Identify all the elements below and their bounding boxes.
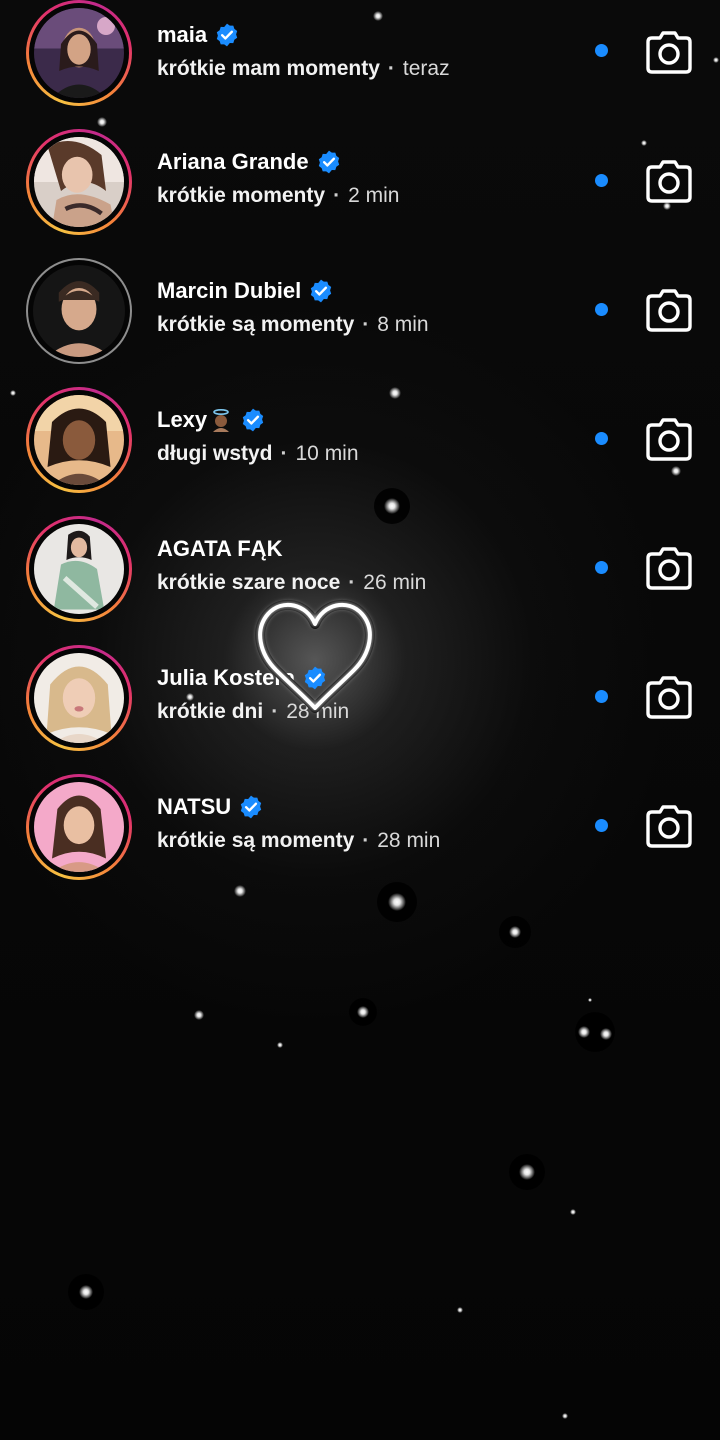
message-preview: krótkie mam momenty [157, 57, 380, 80]
verified-badge-icon [242, 408, 264, 432]
message-preview: krótkie momenty [157, 184, 326, 207]
angel-emoji-icon [213, 408, 230, 432]
avatar [34, 782, 124, 872]
camera-icon[interactable] [646, 417, 692, 461]
contact-name: AGATA FĄK [157, 536, 283, 561]
message-preview: krótkie szare noce [157, 571, 341, 594]
avatar-photo-lexy [34, 395, 124, 485]
message-preview: krótkie są momenty [157, 313, 355, 336]
verified-badge-icon [216, 23, 238, 47]
avatar [34, 8, 124, 98]
unread-dot [595, 690, 608, 703]
unread-dot [595, 432, 608, 445]
contact-name: Marcin Dubiel [157, 278, 302, 303]
message-preview: krótkie są momenty [157, 829, 355, 852]
separator: · [348, 571, 356, 594]
camera-icon[interactable] [646, 804, 692, 848]
story-ring[interactable] [26, 387, 132, 493]
avatar [33, 265, 125, 357]
chat-row[interactable]: NATSU krótkie są momenty · 28 min [0, 774, 720, 894]
chat-row[interactable]: Marcin Dubiel krótkie są momenty · 8 min [0, 258, 720, 378]
avatar [34, 653, 124, 743]
camera-icon[interactable] [646, 159, 692, 203]
separator: · [333, 184, 341, 207]
camera-icon[interactable] [646, 288, 692, 332]
camera-icon[interactable] [646, 675, 692, 719]
separator: · [362, 829, 370, 852]
contact-name: Lexy [157, 407, 208, 432]
message-time: 10 min [295, 442, 359, 465]
unread-dot [595, 819, 608, 832]
unread-dot [595, 561, 608, 574]
message-time: 26 min [363, 571, 427, 594]
unread-dot [595, 44, 608, 57]
chat-row[interactable]: maia krótkie mam momenty · teraz [0, 0, 720, 120]
unread-dot [595, 303, 608, 316]
story-ring-seen[interactable] [26, 258, 132, 364]
avatar-photo-marcin [33, 265, 125, 357]
verified-badge-icon [240, 795, 262, 819]
story-ring[interactable] [26, 516, 132, 622]
camera-icon[interactable] [646, 546, 692, 590]
message-time: 8 min [377, 313, 429, 336]
contact-name: Ariana Grande [157, 149, 309, 174]
camera-icon[interactable] [646, 30, 692, 74]
story-ring[interactable] [26, 774, 132, 880]
story-ring[interactable] [26, 645, 132, 751]
message-preview: krótkie dni [157, 700, 264, 723]
separator: · [387, 57, 395, 80]
message-time: 2 min [348, 184, 400, 207]
verified-badge-icon [318, 150, 339, 174]
message-time: 28 min [377, 829, 441, 852]
avatar [34, 524, 124, 614]
separator: · [280, 442, 288, 465]
avatar-photo-natsu [34, 782, 124, 872]
chat-row[interactable]: Lexy długi wstyd · 10 min [0, 387, 720, 507]
avatar [34, 395, 124, 485]
avatar [34, 137, 124, 227]
story-ring[interactable] [26, 0, 132, 106]
avatar-photo-agata [34, 524, 124, 614]
avatar-photo-julia [34, 653, 124, 743]
heart-outline-icon [255, 600, 375, 713]
separator: · [362, 313, 370, 336]
verified-badge-icon [311, 279, 332, 303]
contact-name: maia [157, 22, 208, 47]
chat-row[interactable]: Ariana Grande krótkie momenty · 2 min [0, 129, 720, 249]
story-ring[interactable] [26, 129, 132, 235]
contact-name: NATSU [157, 794, 232, 819]
message-preview: długi wstyd [157, 442, 273, 465]
avatar-photo-ariana [34, 137, 124, 227]
avatar-photo-maia [34, 8, 124, 98]
unread-dot [595, 174, 608, 187]
message-time: teraz [402, 57, 450, 80]
